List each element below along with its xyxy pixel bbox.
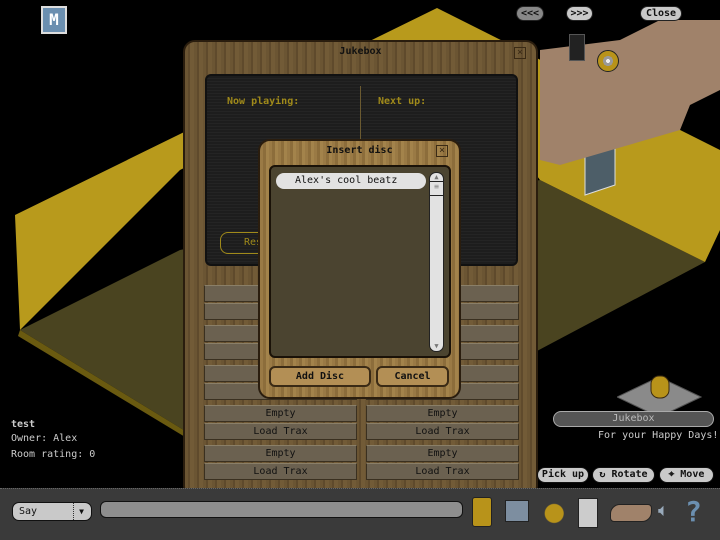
next-up-label: Next up:	[378, 96, 427, 107]
load-trax-button[interactable]: Load Trax	[204, 423, 357, 440]
chat-mode-select[interactable]: Say ▼	[12, 502, 92, 521]
add-disc-button[interactable]: Add Disc	[269, 366, 371, 387]
cancel-button[interactable]: Cancel	[376, 366, 449, 387]
disc-list-item[interactable]: Alex's cool beatz	[276, 173, 426, 189]
insert-disc-close-icon[interactable]: ×	[436, 145, 448, 157]
scroll-thumb[interactable]: ≡	[430, 182, 443, 196]
slot-status: Empty	[366, 405, 519, 422]
next-button[interactable]: >>>	[566, 6, 593, 21]
catalogue-coins-icon[interactable]	[543, 503, 571, 529]
pick-up-button[interactable]: Pick up	[537, 467, 589, 483]
prev-button[interactable]: <<<	[516, 6, 544, 21]
chevron-down-icon[interactable]: ▼	[73, 503, 89, 520]
help-icon[interactable]: ?	[685, 495, 702, 528]
close-button[interactable]: Close	[640, 6, 682, 21]
load-trax-button[interactable]: Load Trax	[366, 423, 519, 440]
jukebox-title: Jukebox	[339, 46, 382, 57]
hand-icon-yellow-card[interactable]	[472, 497, 492, 527]
list-scrollbar[interactable]: ▲ ≡ ▼	[429, 172, 444, 352]
rotate-button[interactable]: ↻ Rotate	[592, 467, 655, 483]
room-name: test	[11, 419, 36, 430]
sound-icon[interactable]: 🔈︎	[658, 500, 669, 521]
scroll-down-icon[interactable]: ▼	[430, 342, 443, 350]
navigator-icon[interactable]	[505, 500, 529, 522]
jukebox-close-icon[interactable]: ×	[514, 47, 526, 59]
furni-catalogue-icon[interactable]	[578, 498, 598, 528]
furni-description: For your Happy Days!	[598, 430, 719, 441]
insert-disc-title: Insert disc	[326, 145, 393, 156]
navigator-logo-icon[interactable]: M	[41, 6, 67, 34]
load-trax-button[interactable]: Load Trax	[204, 463, 357, 480]
move-button[interactable]: ⌖ Move	[659, 467, 714, 483]
speaker-furni-icon[interactable]	[569, 34, 585, 61]
slot-status: Empty	[204, 405, 357, 422]
slot-status: Empty	[366, 445, 519, 462]
disc-list: Alex's cool beatz ▲ ≡ ▼	[269, 165, 451, 358]
hand-inventory-icon[interactable]	[610, 504, 652, 522]
slot-status: Empty	[204, 445, 357, 462]
scroll-up-icon[interactable]: ▲	[430, 173, 443, 182]
furni-name: Jukebox	[553, 411, 714, 427]
room-owner: Owner: Alex	[11, 433, 78, 444]
chat-input[interactable]	[100, 501, 463, 518]
load-trax-button[interactable]: Load Trax	[366, 463, 519, 480]
rotate-icon: ↻	[599, 469, 612, 480]
move-icon: ⌖	[668, 469, 681, 480]
now-playing-label: Now playing:	[227, 96, 300, 107]
room-rating: Room rating: 0	[11, 449, 96, 460]
disc-furni-icon[interactable]	[597, 50, 619, 72]
insert-disc-dialog: Insert disc × Alex's cool beatz ▲ ≡ ▼ Ad…	[258, 139, 461, 399]
